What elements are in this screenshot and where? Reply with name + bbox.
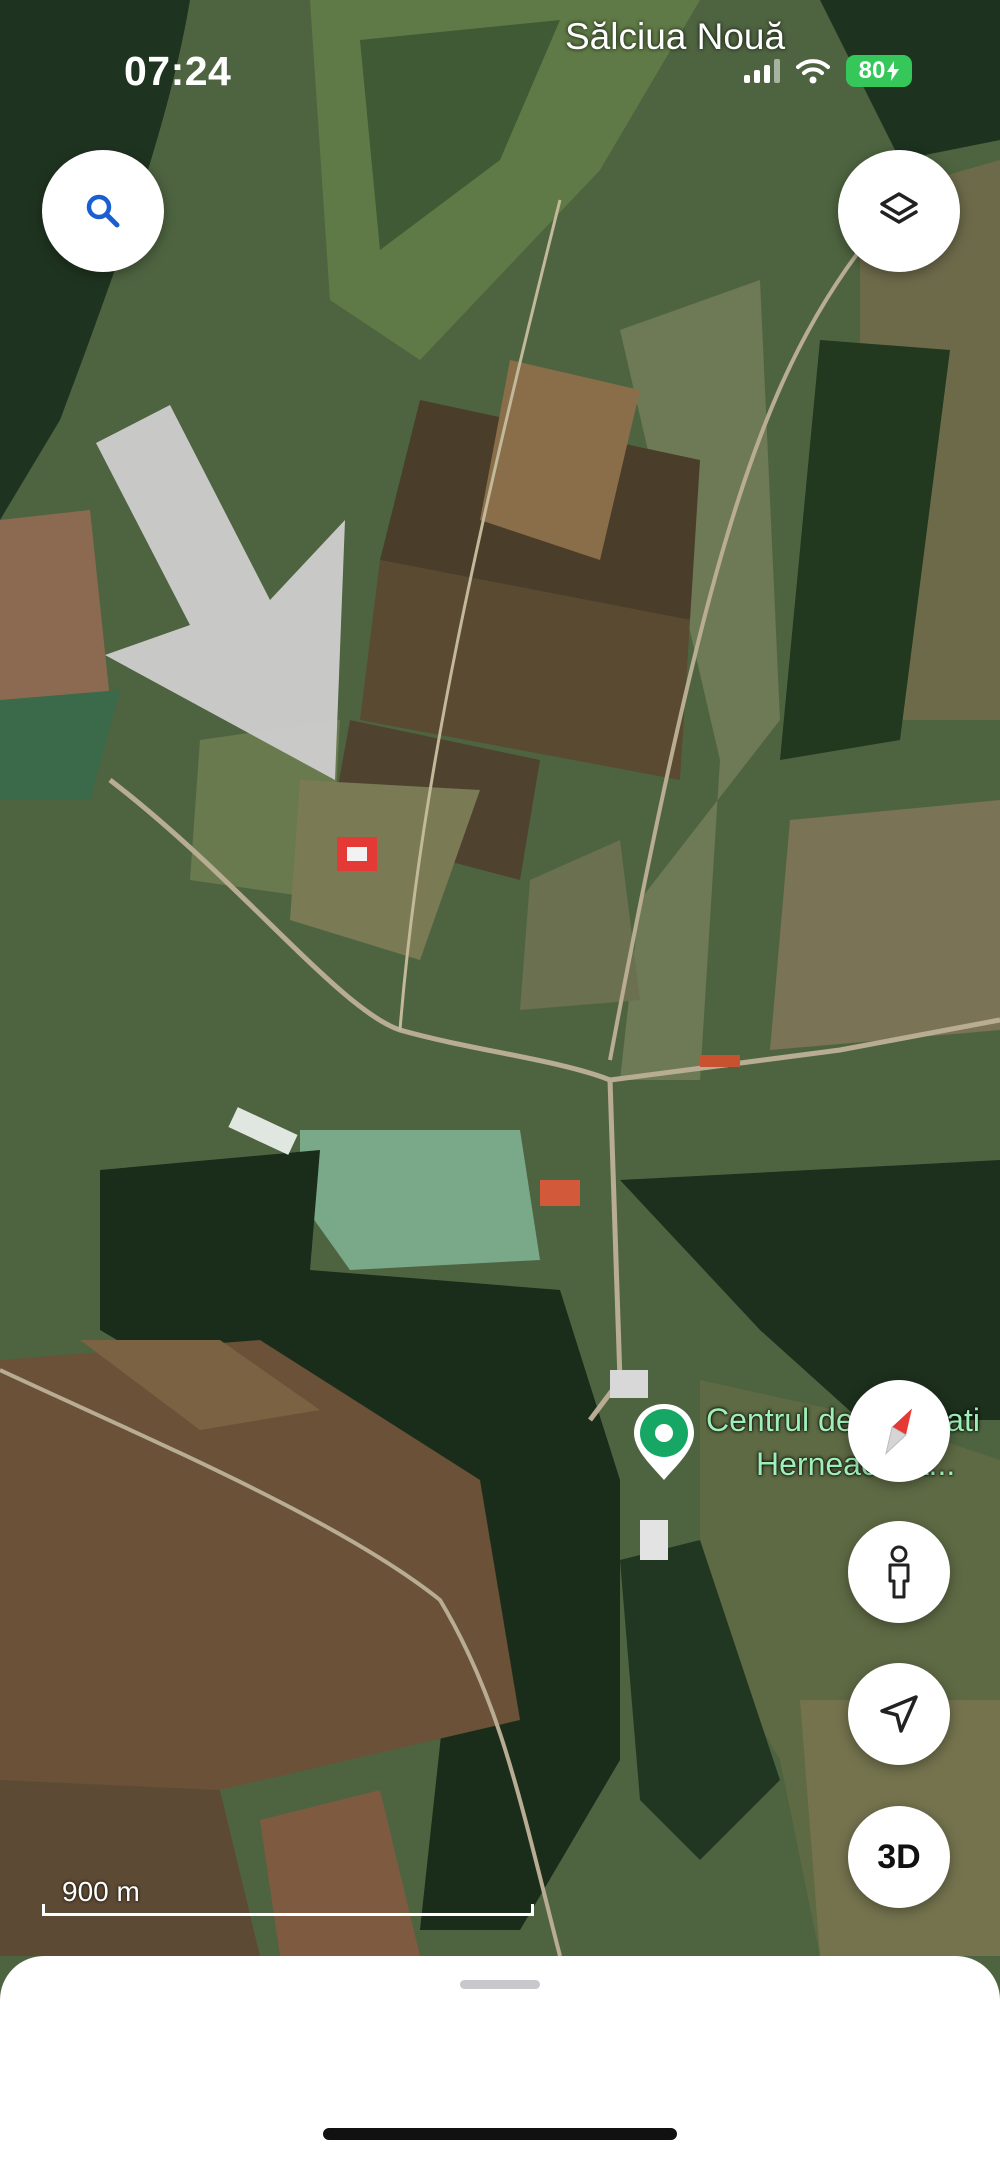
search-button[interactable] [42, 150, 164, 272]
compass-icon [885, 1408, 912, 1455]
battery-indicator: 80 [846, 55, 912, 87]
layers-icon [880, 192, 918, 224]
map-screen: 07:24 Sălciua Nouă 80 Centrul de Vânătat… [0, 0, 1000, 2167]
search-icon [86, 194, 120, 228]
charging-bolt-icon [887, 61, 900, 81]
my-location-button[interactable] [848, 1663, 950, 1765]
3d-button[interactable]: 3D [848, 1806, 950, 1908]
layers-button[interactable] [838, 150, 960, 272]
poi-pin-icon[interactable] [632, 1402, 696, 1482]
street-view-button[interactable] [848, 1521, 950, 1623]
status-icons: 80 [744, 55, 912, 87]
sheet-grabber[interactable] [460, 1980, 540, 1989]
signal-icon [744, 59, 780, 83]
navigation-arrow-icon [880, 1695, 918, 1733]
compass-button[interactable] [848, 1380, 950, 1482]
status-time: 07:24 [124, 48, 232, 94]
place-label: Sălciua Nouă [565, 16, 786, 57]
bottom-sheet[interactable] [0, 1956, 1000, 2167]
scale-line [42, 1904, 534, 1916]
wifi-icon [796, 59, 830, 84]
home-indicator [323, 2128, 677, 2140]
scale-bar: 900 m [42, 1876, 534, 1916]
pegman-icon [888, 1545, 910, 1599]
battery-level: 80 [858, 57, 886, 84]
